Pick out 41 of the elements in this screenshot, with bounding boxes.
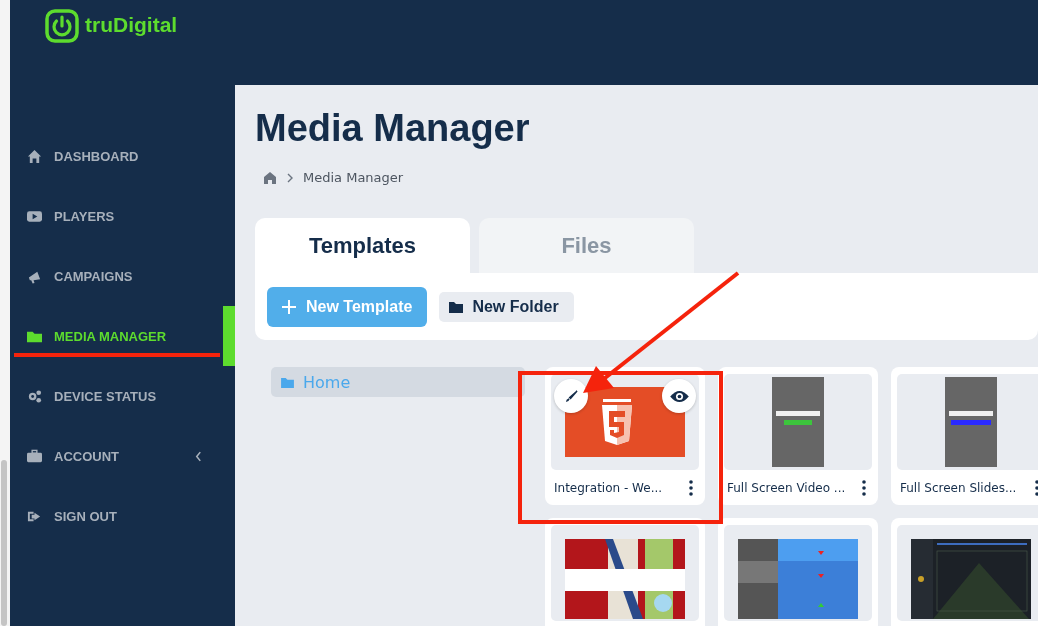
plus-icon [282, 299, 296, 314]
sidebar-item[interactable]: CAMPAIGNS [10, 263, 221, 289]
preview-button[interactable] [662, 379, 696, 413]
template-card[interactable] [545, 518, 705, 626]
home-icon [27, 148, 42, 164]
sidebar-item[interactable]: SIGN OUT [10, 503, 221, 529]
template-card[interactable]: Integration - We... [545, 367, 705, 505]
sidebar-item[interactable]: DEVICE STATUS [10, 383, 221, 409]
briefcase-icon [27, 448, 42, 464]
active-indicator [223, 306, 235, 366]
sidebar-item[interactable]: ACCOUNT [10, 443, 221, 469]
template-card[interactable]: Full Screen Video ... [718, 367, 878, 505]
edit-button[interactable] [554, 379, 588, 413]
more-icon[interactable] [862, 480, 866, 496]
play-icon [27, 208, 42, 224]
template-card[interactable]: Full Screen Slides... [891, 367, 1038, 505]
page-title: Media Manager [255, 107, 531, 150]
new-folder-button[interactable]: New Folder [439, 291, 574, 322]
sidebar-item[interactable]: PLAYERS [10, 203, 221, 229]
more-icon[interactable] [689, 480, 693, 496]
tab[interactable]: Templates [255, 218, 470, 273]
template-card[interactable] [718, 518, 878, 626]
more-icon[interactable] [1035, 480, 1038, 496]
gears-icon [27, 388, 42, 404]
template-title: Integration - We... [554, 481, 663, 495]
home-icon[interactable] [263, 170, 277, 185]
eye-icon [669, 389, 689, 403]
chevron-icon [287, 172, 293, 183]
sidebar-item[interactable]: MEDIA MANAGER [10, 323, 221, 349]
template-title: Full Screen Video ... [727, 481, 846, 495]
sidebar-item[interactable]: DASHBOARD [10, 143, 221, 169]
power-logo-icon [45, 9, 79, 43]
template-title: Full Screen Slides... [900, 481, 1017, 495]
folder-icon [449, 300, 464, 313]
chevron-icon [195, 451, 202, 462]
breadcrumb-item[interactable]: Media Manager [303, 170, 404, 185]
brush-icon [564, 389, 578, 403]
brand-name: truDigital [85, 13, 178, 37]
folder-icon [281, 376, 294, 388]
scrollbar-thumb[interactable] [1, 460, 7, 626]
template-card[interactable] [891, 518, 1038, 626]
